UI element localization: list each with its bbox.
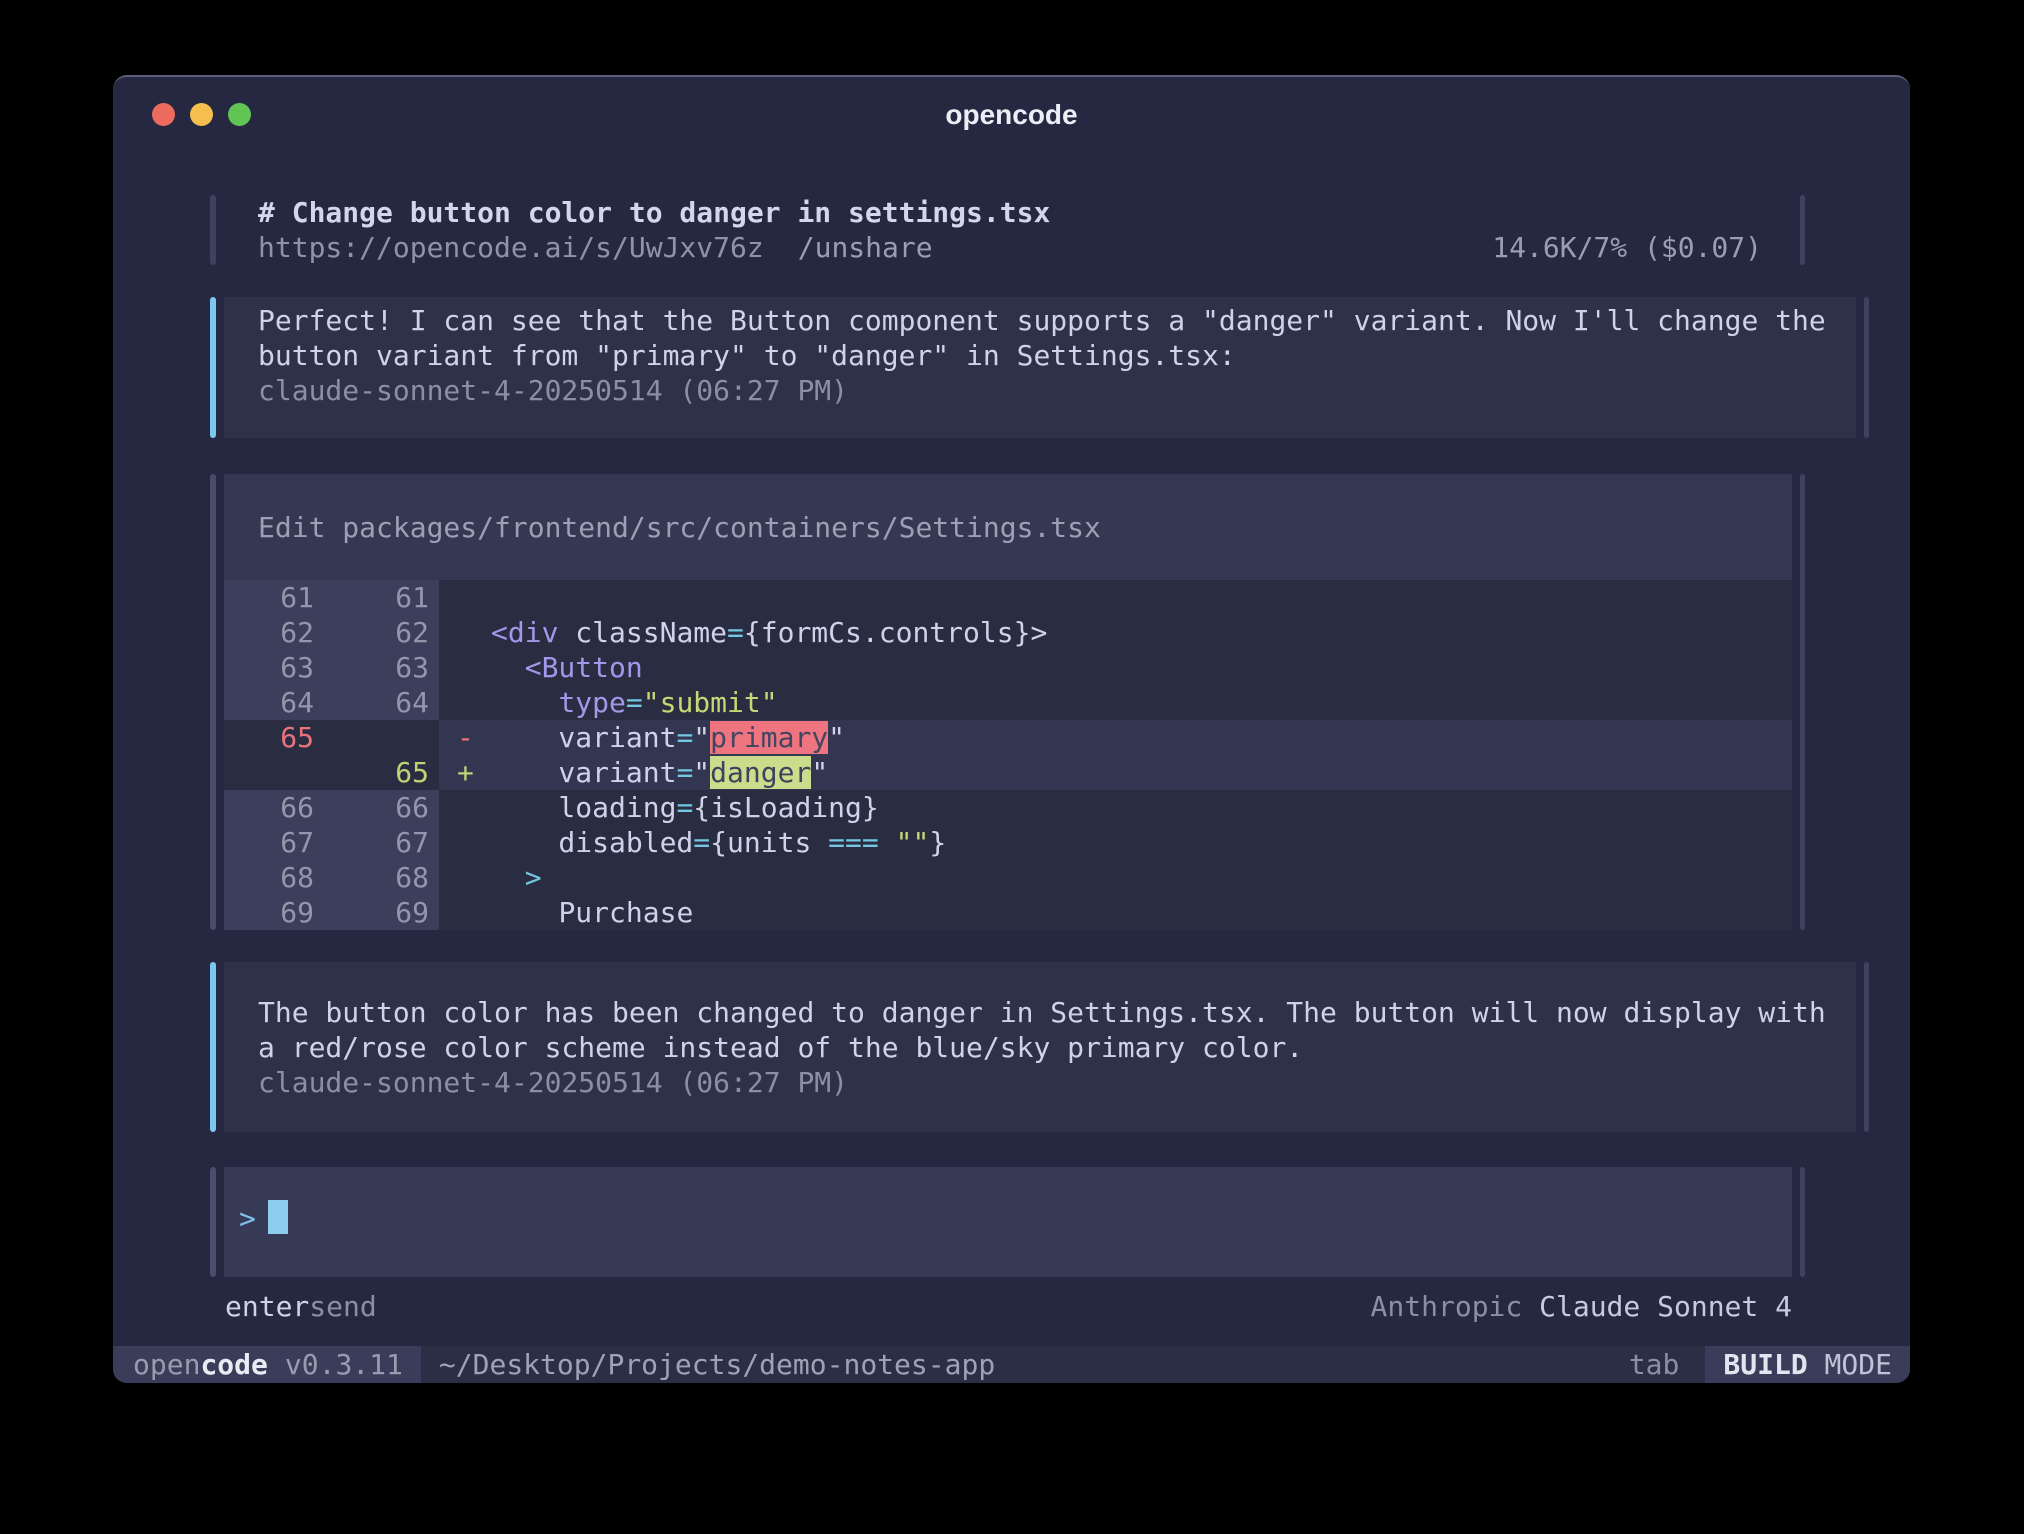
message-model-timestamp: claude-sonnet-4-20250514 (06:27 PM)	[258, 1065, 1826, 1100]
mode-suffix: MODE	[1808, 1346, 1892, 1383]
old-line-number: 61	[224, 580, 324, 615]
message-text-line: The button color has been changed to dan…	[258, 995, 1826, 1030]
window-title: opencode	[113, 97, 1910, 132]
new-line-number: 66	[324, 790, 439, 825]
edit-left-border	[210, 474, 216, 930]
edit-right-border	[1800, 474, 1805, 930]
input-right-border	[1800, 1167, 1805, 1277]
diff-rows: 61616262 <div className={formCs.controls}…	[224, 580, 1792, 930]
text-cursor	[268, 1200, 288, 1234]
message-right-border	[1864, 962, 1869, 1132]
code-line: type="submit"	[491, 685, 1792, 720]
new-line-number: 61	[324, 580, 439, 615]
diff-marker	[439, 615, 491, 650]
prompt-input[interactable]: >	[210, 1167, 1805, 1277]
assistant-message: The button color has been changed to dan…	[210, 962, 1805, 1132]
diff-marker	[439, 580, 491, 615]
send-action-hint: send	[309, 1289, 376, 1324]
working-directory: ~/Desktop/Projects/demo-notes-app	[439, 1346, 995, 1383]
new-line-number: 64	[324, 685, 439, 720]
diff-row: 6666 loading={isLoading}	[224, 790, 1792, 825]
message-text-line: button variant from "primary" to "danger…	[258, 338, 1826, 373]
app-version-segment: opencode v0.3.11	[113, 1346, 421, 1383]
diff-marker	[439, 685, 491, 720]
diff-row: 6262 <div className={formCs.controls}>	[224, 615, 1792, 650]
input-left-border	[210, 1167, 216, 1277]
diff-row: 6464 type="submit"	[224, 685, 1792, 720]
message-text-line: Perfect! I can see that the Button compo…	[258, 303, 1826, 338]
diff-row: 6969 Purchase	[224, 895, 1792, 930]
app-window: opencode # Change button color to danger…	[113, 75, 1910, 1383]
tab-key-hint[interactable]: tab	[1629, 1346, 1680, 1383]
new-line-number	[324, 720, 439, 755]
app-version: v0.3.11	[285, 1346, 403, 1383]
session-content: # Change button color to danger in setti…	[210, 152, 1805, 1324]
diff-row: 65+ variant="danger"	[224, 755, 1792, 790]
old-line-number: 63	[224, 650, 324, 685]
message-accent-bar	[210, 962, 216, 1132]
new-line-number: 68	[324, 860, 439, 895]
mode-segment[interactable]: BUILD MODE	[1705, 1346, 1910, 1383]
new-line-number: 65	[324, 755, 439, 790]
diff-marker	[439, 825, 491, 860]
app-name-open: open	[133, 1346, 200, 1383]
code-line: variant="danger"	[491, 755, 1792, 790]
code-line: >	[491, 860, 1792, 895]
status-bar: opencode v0.3.11 ~/Desktop/Projects/demo-…	[113, 1346, 1910, 1383]
enter-key-hint: enter	[225, 1289, 309, 1324]
message-text-line: a red/rose color scheme instead of the b…	[258, 1030, 1826, 1065]
code-line: disabled={units === ""}	[491, 825, 1792, 860]
code-line: variant="primary"	[491, 720, 1792, 755]
provider-label: Anthropic	[1371, 1290, 1540, 1323]
title-bar[interactable]: opencode	[113, 77, 1910, 152]
old-line-number: 67	[224, 825, 324, 860]
diff-marker	[439, 860, 491, 895]
code-line: loading={isLoading}	[491, 790, 1792, 825]
unshare-command[interactable]: /unshare	[798, 230, 933, 265]
new-line-number: 69	[324, 895, 439, 930]
diff-marker	[439, 895, 491, 930]
diff-row: 6868 >	[224, 860, 1792, 895]
diff-row: 6161	[224, 580, 1792, 615]
message-model-timestamp: claude-sonnet-4-20250514 (06:27 PM)	[258, 373, 1826, 408]
new-line-number: 62	[324, 615, 439, 650]
edit-tool-block: Edit packages/frontend/src/containers/Se…	[210, 474, 1805, 930]
hint-row: enter send Anthropic Claude Sonnet 4	[210, 1289, 1805, 1324]
diff-marker: +	[439, 755, 491, 790]
diff-marker	[439, 790, 491, 825]
session-header: # Change button color to danger in setti…	[210, 195, 1805, 265]
diff-row: 6767 disabled={units === ""}	[224, 825, 1792, 860]
header-right-border	[1800, 195, 1805, 265]
edit-tool-title: Edit packages/frontend/src/containers/Se…	[224, 474, 1792, 580]
mode-name: BUILD	[1723, 1346, 1807, 1383]
diff-row: 6363 <Button	[224, 650, 1792, 685]
new-line-number: 67	[324, 825, 439, 860]
code-line: Purchase	[491, 895, 1792, 930]
old-line-number: 65	[224, 720, 324, 755]
diff-marker	[439, 650, 491, 685]
header-left-border	[210, 195, 216, 265]
share-url-link[interactable]: https://opencode.ai/s/UwJxv76z	[258, 230, 764, 265]
diff-marker: -	[439, 720, 491, 755]
old-line-number	[224, 755, 324, 790]
code-line: <Button	[491, 650, 1792, 685]
old-line-number: 62	[224, 615, 324, 650]
message-accent-bar	[210, 297, 216, 438]
app-name-code: code	[200, 1346, 267, 1383]
session-title: # Change button color to danger in setti…	[258, 195, 1762, 230]
old-line-number: 64	[224, 685, 324, 720]
old-line-number: 69	[224, 895, 324, 930]
code-line: <div className={formCs.controls}>	[491, 615, 1792, 650]
token-usage: 14.6K/7% ($0.07)	[1492, 230, 1762, 265]
prompt-symbol: >	[239, 1202, 256, 1235]
assistant-message: Perfect! I can see that the Button compo…	[210, 297, 1805, 438]
code-line	[491, 580, 1792, 615]
new-line-number: 63	[324, 650, 439, 685]
diff-row: 65 - variant="primary"	[224, 720, 1792, 755]
old-line-number: 68	[224, 860, 324, 895]
old-line-number: 66	[224, 790, 324, 825]
message-right-border	[1864, 297, 1869, 438]
model-label[interactable]: Claude Sonnet 4	[1539, 1290, 1792, 1323]
